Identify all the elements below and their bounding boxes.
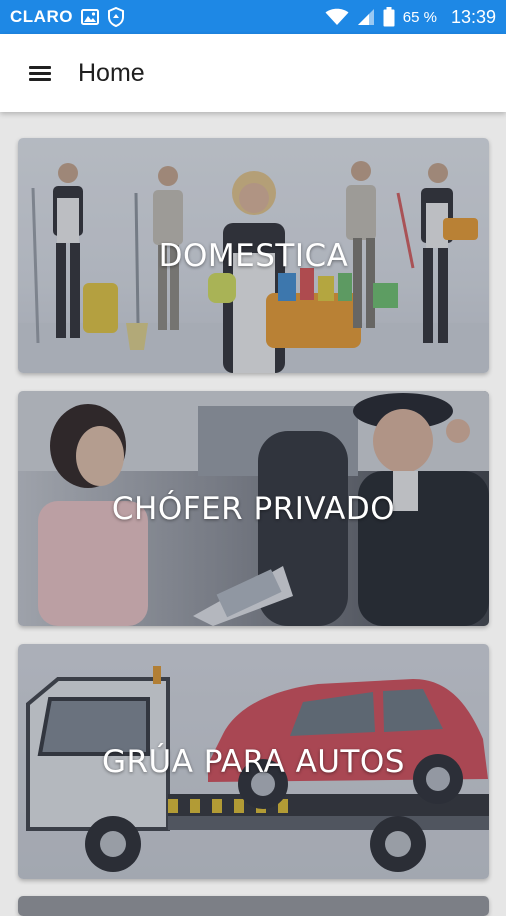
status-bar-right: 65 % 13:39 [325, 7, 496, 28]
card-label: DOMESTICA [158, 237, 349, 274]
image-notification-icon [80, 9, 99, 25]
service-card-chofer-privado[interactable]: CHÓFER PRIVADO [18, 391, 489, 626]
service-card-domestica[interactable]: DOMESTICA [18, 138, 489, 373]
status-bar-left: CLARO [10, 7, 125, 27]
card-label: CHÓFER PRIVADO [111, 490, 396, 527]
hamburger-menu-icon [29, 63, 51, 84]
menu-button[interactable] [0, 34, 80, 112]
clock: 13:39 [450, 6, 496, 27]
app-bar: Home [0, 34, 506, 112]
status-bar: CLARO 65 % 13:39 [0, 0, 506, 34]
battery-icon [383, 7, 395, 27]
page-title: Home [78, 58, 145, 87]
carrier-name: CLARO [10, 7, 73, 26]
card-image-partial [18, 896, 489, 916]
shield-notification-icon [107, 7, 125, 27]
service-card-partial[interactable] [18, 896, 489, 916]
battery-percent: 65 % [402, 8, 437, 26]
cell-signal-icon [357, 8, 375, 26]
service-card-grua-para-autos[interactable]: GRÚA PARA AUTOS [18, 644, 489, 879]
card-label: GRÚA PARA AUTOS [102, 743, 405, 780]
wifi-icon [325, 8, 349, 26]
